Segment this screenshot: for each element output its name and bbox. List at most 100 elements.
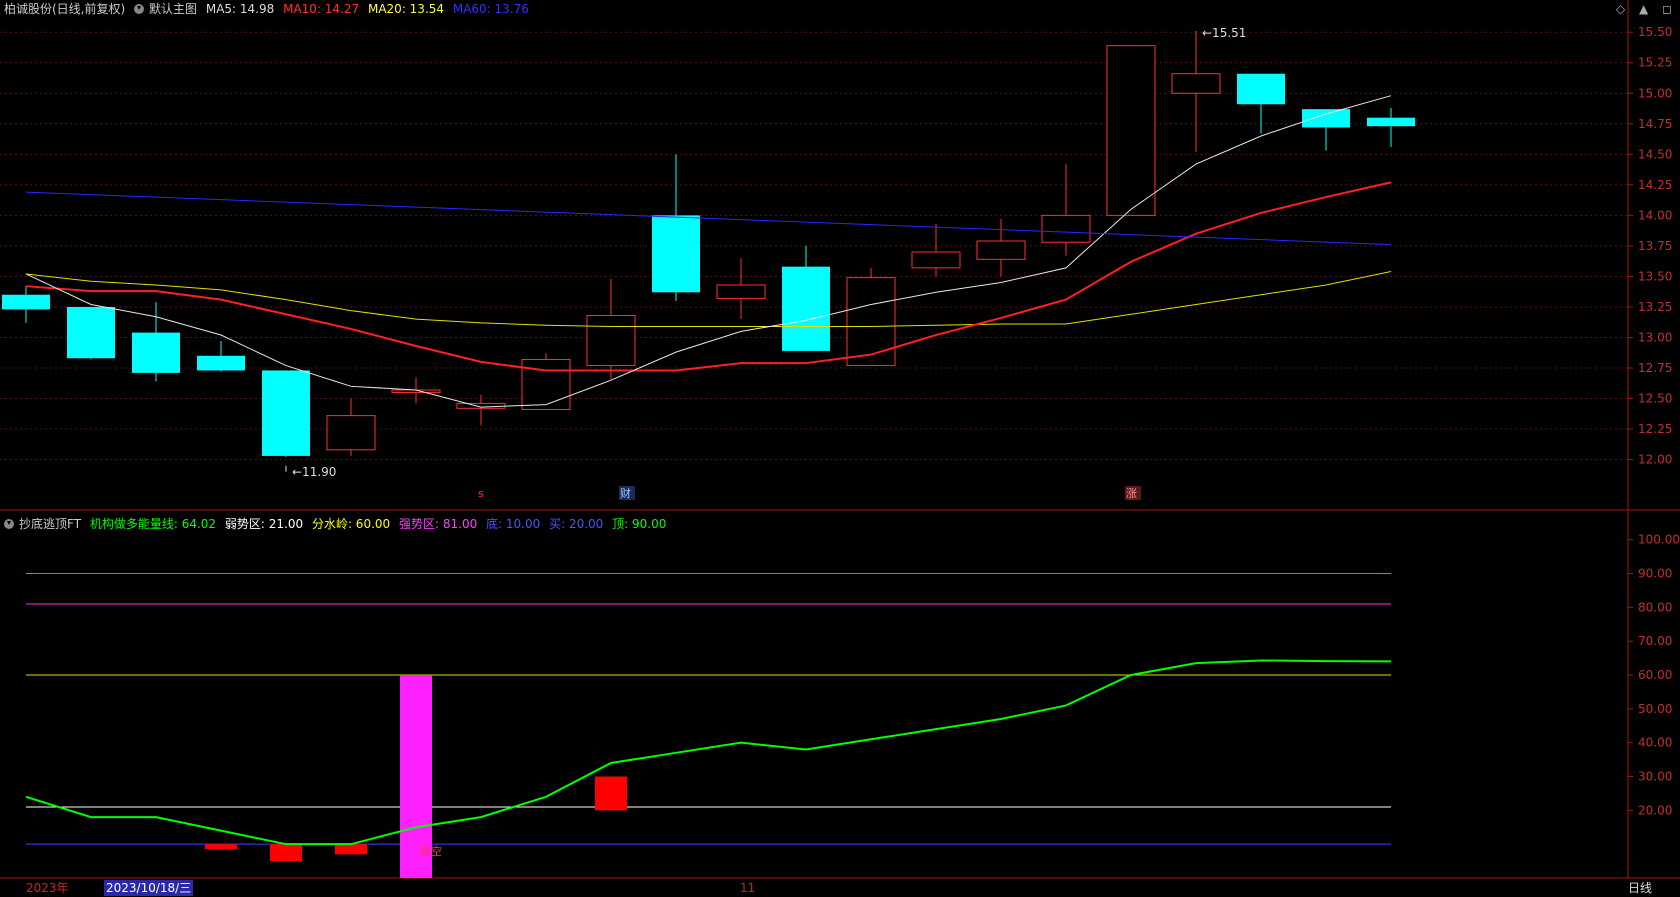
ind-ytick-label: 40.00 — [1638, 736, 1672, 750]
indicator-dropdown-icon[interactable] — [4, 519, 14, 529]
main-ytick-label: 13.25 — [1638, 300, 1672, 314]
template-dropdown-icon[interactable] — [134, 4, 145, 14]
candle-body — [1237, 73, 1285, 105]
candle — [1041, 164, 1091, 256]
candle — [456, 394, 506, 426]
low-price-label: ←11.90 — [292, 465, 336, 479]
candle-body — [586, 314, 636, 367]
candle — [911, 223, 961, 277]
ma5-label: MA5: 14.98 — [205, 2, 275, 16]
buy-label: 买: 20.00 — [549, 517, 604, 531]
event-marker-cai: 财 — [620, 486, 631, 500]
high-price-label: ←15.51 — [1202, 26, 1246, 40]
window-controls: ◇ ▲ ◻ — [1606, 2, 1672, 16]
period-label[interactable]: 日线 — [1628, 880, 1652, 896]
candle-body — [521, 358, 571, 411]
indicator-header: 抄底逃顶FT 机构做多能量线: 64.02 弱势区: 21.00 分水岭: 60… — [4, 516, 671, 532]
diamond-icon[interactable]: ◇ — [1616, 2, 1625, 16]
candle — [652, 154, 700, 301]
candle — [976, 219, 1026, 277]
ind-ytick-label: 30.00 — [1638, 770, 1672, 784]
signal-bar — [270, 844, 302, 862]
watershed-label: 分水岭: 60.00 — [311, 517, 391, 531]
candle-body — [1106, 45, 1156, 216]
main-ytick-label: 13.75 — [1638, 239, 1672, 253]
ind-ytick-label: 50.00 — [1638, 702, 1672, 716]
year-label: 2023年 — [26, 881, 69, 895]
strong-label: 强势区: 81.00 — [399, 517, 478, 531]
candle — [262, 370, 310, 458]
candle-body — [716, 284, 766, 299]
ind-ytick-label: 70.00 — [1638, 634, 1672, 648]
ma60-label: MA60: 13.76 — [452, 2, 529, 16]
candle-body — [262, 370, 310, 456]
main-chart-header: 柏诚股份(日线,前复权) 默认主图 MA5: 14.98 MA10: 14.27… — [4, 1, 534, 17]
ind-ytick-label: 80.00 — [1638, 600, 1672, 614]
template-label[interactable]: 默认主图 — [149, 2, 197, 16]
main-ytick-label: 15.00 — [1638, 86, 1672, 100]
month-label: 11 — [740, 881, 756, 895]
maximize-icon[interactable]: ◻ — [1662, 2, 1672, 16]
candle — [716, 258, 766, 320]
event-marker-zhang: 涨 — [1126, 487, 1137, 500]
main-ytick-label: 14.00 — [1638, 208, 1672, 222]
main-ytick-label: 12.25 — [1638, 422, 1672, 436]
main-ytick-label: 15.25 — [1638, 56, 1672, 70]
weak-label: 弱势区: 21.00 — [224, 517, 304, 531]
candle-body — [326, 415, 376, 451]
candle — [846, 267, 896, 367]
candle-body — [846, 277, 896, 367]
ma60-line — [25, 191, 1392, 246]
candle — [326, 398, 376, 456]
candle-body — [1302, 109, 1350, 128]
candle — [1302, 109, 1350, 151]
candle — [1106, 45, 1156, 216]
candle-body — [2, 294, 50, 310]
chart-canvas: 15.50 15.25 15.00 14.75 14.50 14.25 14.00 13.75… — [0, 0, 1680, 879]
candle-body — [197, 355, 245, 371]
main-ytick-label: 14.75 — [1638, 117, 1672, 131]
top-label: 顶: 90.00 — [612, 517, 667, 531]
main-ytick-label: 12.50 — [1638, 392, 1672, 406]
candle — [2, 286, 50, 323]
candle-body — [67, 306, 115, 359]
candle — [782, 245, 830, 351]
candle-body — [1171, 73, 1221, 94]
event-marker-s: s — [478, 487, 484, 500]
candle-body — [652, 215, 700, 293]
stock-name: 柏诚股份(日线,前复权) — [4, 2, 126, 16]
main-ytick-label: 14.25 — [1638, 178, 1672, 192]
candle — [1171, 30, 1221, 152]
indicator-name[interactable]: 抄底逃顶FT — [19, 517, 81, 531]
ind-ytick-label: 20.00 — [1638, 803, 1672, 817]
ind-ytick-label: 90.00 — [1638, 567, 1672, 581]
signal-bar — [205, 844, 237, 850]
bottom-label: 底: 10.00 — [486, 517, 541, 531]
candle — [586, 278, 636, 379]
candle — [1237, 73, 1285, 134]
ma20-line — [25, 271, 1392, 327]
main-ytick-label: 13.00 — [1638, 330, 1672, 344]
ma20-label: MA20: 13.54 — [367, 2, 445, 16]
candle — [1367, 107, 1415, 147]
ind-ytick-label: 60.00 — [1638, 668, 1672, 682]
jump-label: 跳空 — [420, 844, 442, 858]
candle-body — [132, 332, 180, 373]
candle-body — [976, 240, 1026, 260]
main-ytick-label: 12.00 — [1638, 453, 1672, 467]
date-label: 2023/10/18/三 — [104, 880, 194, 896]
main-ytick-label: 15.50 — [1638, 25, 1672, 39]
candle-body — [1041, 214, 1091, 243]
triangle-up-icon[interactable]: ▲ — [1639, 2, 1648, 16]
main-ytick-label: 14.50 — [1638, 147, 1672, 161]
energy-line — [25, 659, 1392, 846]
candle-body — [911, 251, 961, 269]
candle-body — [1367, 117, 1415, 127]
ma10-label: MA10: 14.27 — [283, 2, 360, 16]
candle — [521, 353, 571, 411]
main-ytick-label: 13.50 — [1638, 269, 1672, 283]
energy-label: 机构做多能量线: 64.02 — [89, 517, 217, 531]
signal-bar — [335, 844, 367, 855]
main-ytick-label: 12.75 — [1638, 361, 1672, 375]
candle — [197, 341, 245, 372]
